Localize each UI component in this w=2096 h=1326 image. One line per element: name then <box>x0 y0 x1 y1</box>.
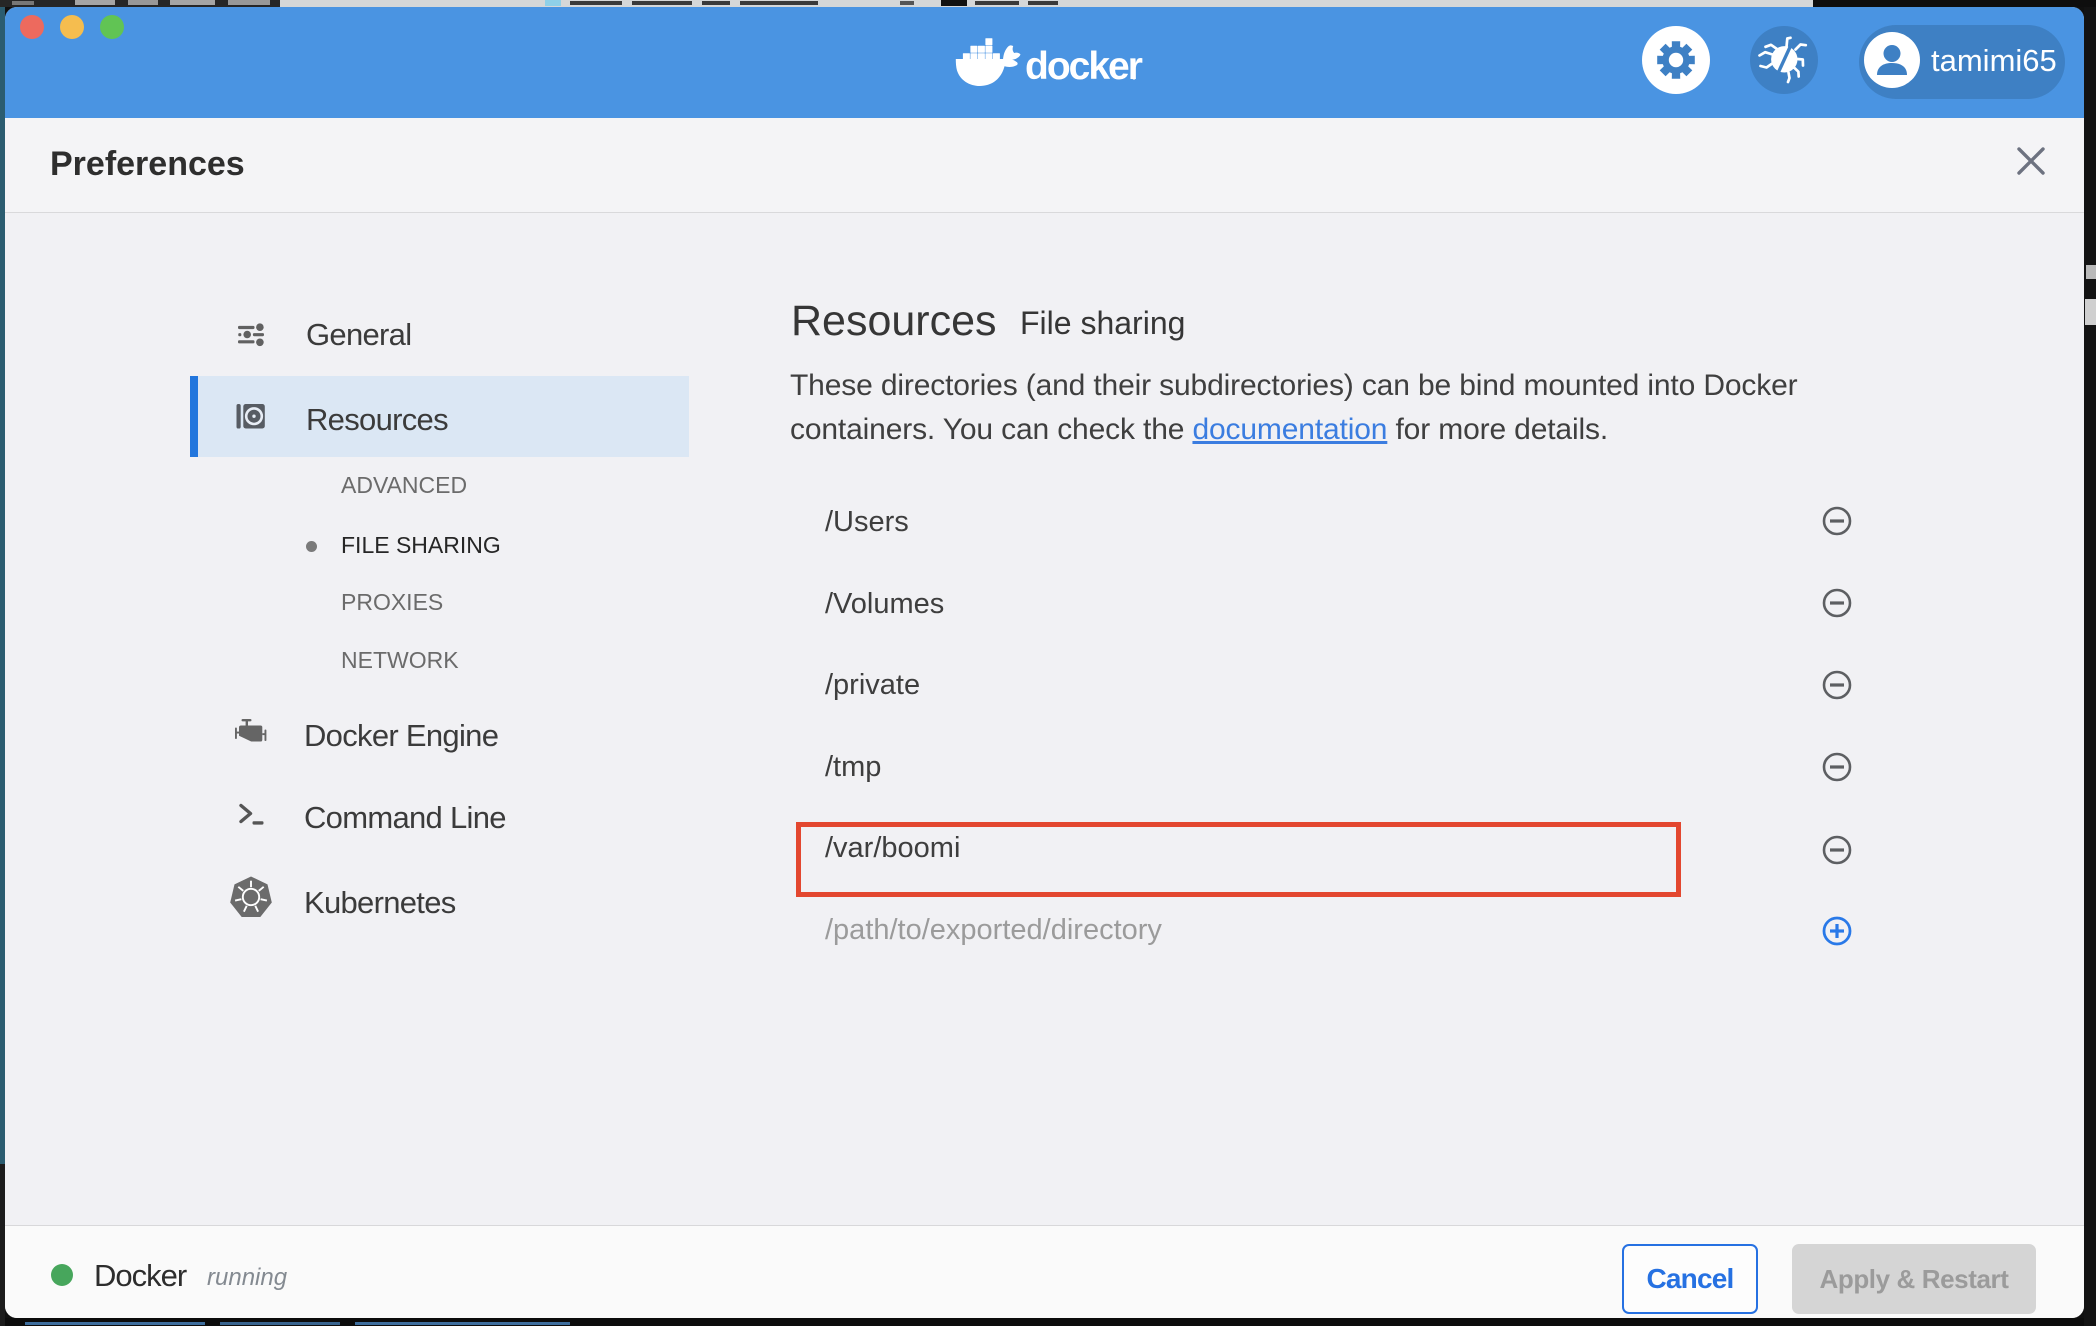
svg-text:docker: docker <box>1025 45 1143 88</box>
